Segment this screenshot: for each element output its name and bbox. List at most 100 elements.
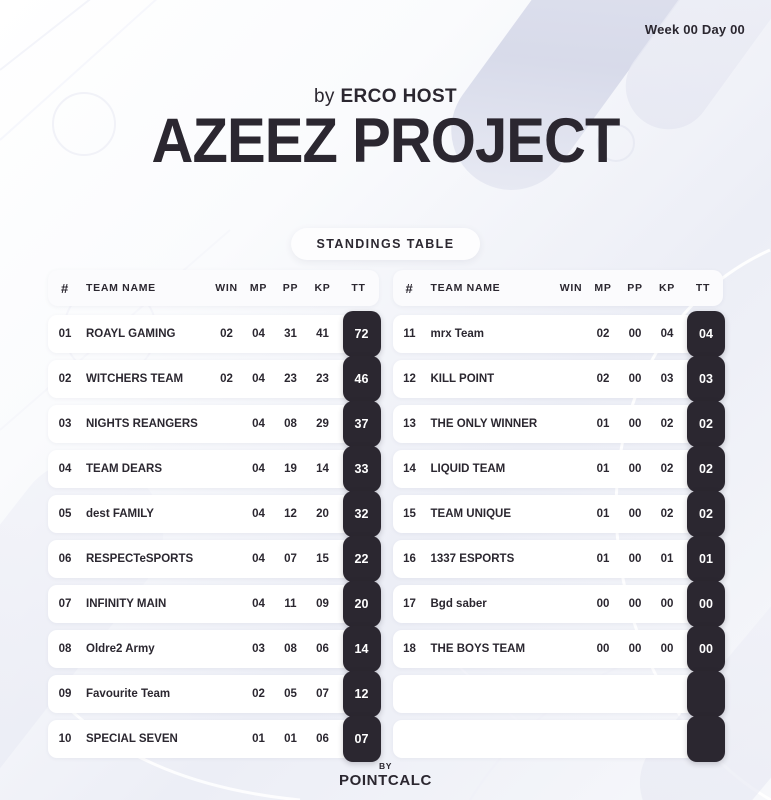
cell-team-name: 1337 ESPORTS [430, 553, 515, 565]
column-header-kp: KP [659, 282, 675, 294]
table-row[interactable]: 03 NIGHTS REANGERS 04 08 29 37 [48, 401, 381, 447]
total-points-badge: 02 [687, 446, 725, 492]
cell-mp: 04 [252, 328, 265, 340]
table-row[interactable]: 07 INFINITY MAIN 04 11 09 20 [48, 581, 381, 627]
cell-pp: 00 [628, 508, 642, 520]
standings-table-right: # TEAM NAME WIN MP PP KP TT 11 mrx Team 02… [392, 270, 725, 765]
cell-mp: 04 [252, 553, 265, 565]
cell-kp: 14 [316, 463, 329, 475]
table-header-left: # TEAM NAME WIN MP PP KP TT [48, 270, 379, 306]
cell-mp: 04 [252, 418, 265, 430]
table-row[interactable]: 14 LIQUID TEAM 01 00 02 02 [392, 446, 725, 492]
total-points-badge: 72 [342, 311, 381, 357]
cell-pp: 00 [628, 553, 642, 565]
cell-mp: 04 [252, 598, 265, 610]
cell-win: 02 [220, 373, 233, 385]
cell-mp: 01 [596, 508, 610, 520]
table-row[interactable]: 17 Bgd saber 00 00 00 00 [392, 581, 725, 627]
cell-mp: 01 [596, 418, 610, 430]
cell-rank: 17 [403, 598, 416, 610]
footer-by-label: BY [378, 760, 392, 771]
total-points-badge: 00 [687, 626, 725, 672]
cell-team-name: RESPECTeSPORTS [86, 553, 194, 565]
standings-table-left: # TEAM NAME WIN MP PP KP TT 01 ROAYL GAMI… [48, 270, 381, 765]
cell-pp: 01 [284, 733, 297, 745]
table-row[interactable]: 09 Favourite Team 02 05 07 12 [48, 671, 381, 717]
cell-pp: 00 [628, 328, 642, 340]
cell-kp: 09 [316, 598, 329, 610]
cell-pp: 00 [628, 643, 642, 655]
total-points-badge: 33 [342, 446, 381, 492]
table-row[interactable]: 01 ROAYL GAMING 02 04 31 41 72 [48, 311, 381, 357]
table-row[interactable]: 18 THE BOYS TEAM 00 00 00 00 [392, 626, 725, 672]
table-body-left: 01 ROAYL GAMING 02 04 31 41 72 02 WITCHERS TEAM 0… [48, 311, 381, 762]
column-header-tt: TT [695, 282, 711, 294]
total-points-badge: 03 [687, 356, 725, 402]
column-header-mp: MP [249, 282, 268, 294]
cell-kp: 02 [660, 463, 674, 475]
table-row[interactable] [392, 716, 725, 762]
cell-pp: 00 [628, 418, 642, 430]
table-row[interactable]: 04 TEAM DEARS 04 19 14 33 [48, 446, 381, 492]
cell-pp: 00 [628, 598, 642, 610]
cell-mp: 02 [596, 373, 610, 385]
cell-team-name: NIGHTS REANGERS [86, 418, 198, 430]
total-points-badge [687, 671, 725, 717]
total-points-badge: 37 [342, 401, 381, 447]
host-byline: by ERCO HOST [0, 86, 771, 108]
cell-rank: 16 [403, 553, 416, 565]
column-header-pp: PP [282, 282, 299, 294]
cell-team-name: SPECIAL SEVEN [86, 733, 178, 745]
cell-team-name: THE BOYS TEAM [430, 643, 526, 655]
cell-rank: 08 [58, 643, 72, 655]
cell-rank: 07 [58, 598, 72, 610]
table-row[interactable]: 05 dest FAMILY 04 12 20 32 [48, 491, 381, 537]
cell-pp: 19 [284, 463, 297, 475]
total-points-badge [687, 716, 725, 762]
cell-rank: 14 [403, 463, 416, 475]
table-row[interactable] [392, 671, 725, 717]
cell-team-name: Bgd saber [430, 598, 487, 610]
byline-prefix: by [313, 86, 341, 107]
cell-rank: 09 [58, 688, 72, 700]
total-points-badge: 04 [687, 311, 725, 357]
cell-team-name: THE ONLY WINNER [430, 418, 538, 430]
table-row[interactable]: 11 mrx Team 02 00 04 04 [392, 311, 725, 357]
cell-rank: 18 [403, 643, 416, 655]
cell-pp: 00 [628, 373, 642, 385]
cell-kp: 15 [316, 553, 329, 565]
table-row[interactable]: 15 TEAM UNIQUE 01 00 02 02 [392, 491, 725, 537]
column-header-win: WIN [559, 282, 583, 294]
footer-credit: BY POINTCALC [0, 760, 771, 789]
cell-mp: 00 [596, 598, 610, 610]
cell-kp: 01 [660, 553, 674, 565]
cell-kp: 29 [316, 418, 329, 430]
cell-pp: 31 [284, 328, 297, 340]
week-day-label: Week 00 Day 00 [644, 22, 745, 37]
table-row[interactable]: 08 Oldre2 Army 03 08 06 14 [48, 626, 381, 672]
cell-pp: 05 [284, 688, 297, 700]
footer-brand-name: POINTCALC [339, 772, 432, 789]
total-points-badge: 46 [342, 356, 381, 402]
cell-team-name: dest FAMILY [86, 508, 154, 520]
table-row[interactable]: 02 WITCHERS TEAM 02 04 23 23 46 [48, 356, 381, 402]
cell-win: 02 [220, 328, 233, 340]
total-points-badge: 02 [687, 401, 725, 447]
cell-team-name: Oldre2 Army [86, 643, 155, 655]
table-row[interactable]: 16 1337 ESPORTS 01 00 01 01 [392, 536, 725, 582]
cell-mp: 04 [252, 508, 265, 520]
cell-team-name: TEAM DEARS [86, 463, 163, 475]
table-row[interactable]: 06 RESPECTeSPORTS 04 07 15 22 [48, 536, 381, 582]
cell-mp: 03 [252, 643, 265, 655]
table-row[interactable]: 12 KILL POINT 02 00 03 03 [392, 356, 725, 402]
cell-kp: 00 [660, 643, 674, 655]
byline-host-name: ERCO HOST [340, 86, 458, 107]
table-row[interactable]: 13 THE ONLY WINNER 01 00 02 02 [392, 401, 725, 447]
cell-pp: 07 [284, 553, 297, 565]
cell-team-name: ROAYL GAMING [86, 328, 176, 340]
cell-kp: 23 [316, 373, 329, 385]
cell-pp: 11 [284, 598, 297, 610]
table-row[interactable]: 10 SPECIAL SEVEN 01 01 06 07 [48, 716, 381, 762]
cell-rank: 11 [403, 328, 416, 340]
cell-kp: 04 [660, 328, 674, 340]
